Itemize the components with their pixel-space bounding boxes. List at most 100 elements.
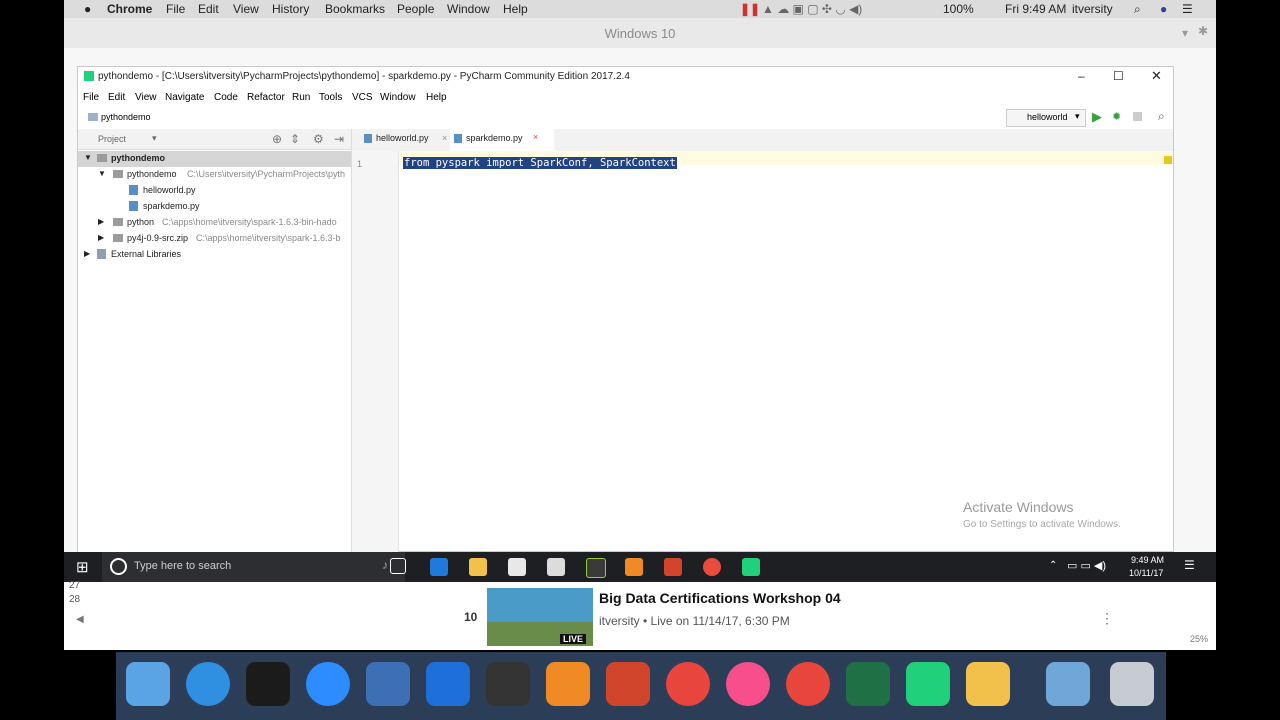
pc-menu-refactor[interactable]: Refactor (247, 92, 285, 103)
gear-icon[interactable]: ⚙ (313, 132, 324, 146)
chevron-down-icon[interactable]: ▾ (152, 133, 157, 144)
pc-menu-window[interactable]: Window (380, 92, 416, 103)
run-config-select[interactable]: helloworld ▾ (1006, 109, 1086, 127)
expand-icon[interactable]: ▶ (98, 233, 104, 242)
powerpoint-icon[interactable] (664, 558, 682, 576)
windows-start-icon[interactable]: ⊞ (76, 558, 89, 576)
chrome-dock-icon-2[interactable] (786, 662, 830, 706)
menu-user[interactable]: itversity (1072, 2, 1113, 16)
edge-icon[interactable] (430, 558, 448, 576)
chrome-icon[interactable] (703, 558, 721, 576)
file-explorer-dock-icon[interactable] (966, 662, 1010, 706)
apple-icon[interactable]: ● (84, 2, 91, 16)
pc-menu-file[interactable]: File (83, 92, 99, 103)
excel-dock-icon[interactable] (846, 662, 890, 706)
tree-item-root[interactable]: ▼ pythondemo (78, 151, 351, 167)
microphone-icon[interactable]: ♪ (382, 558, 388, 572)
expand-icon[interactable]: ▼ (84, 153, 92, 162)
pc-menu-vcs[interactable]: VCS (352, 92, 373, 103)
video-title[interactable]: Big Data Certifications Workshop 04 (599, 590, 841, 606)
scroll-left-icon[interactable]: ◀ (76, 614, 84, 625)
terminal-dock-icon[interactable] (246, 662, 290, 706)
menu-bookmarks[interactable]: Bookmarks (325, 2, 385, 16)
status-icons[interactable]: ▲ ☁ ▣ ▢ ✣ ◡ ◀) (762, 2, 862, 16)
minimize-icon[interactable]: – (1078, 69, 1085, 83)
code-line[interactable]: from pyspark import SparkConf, SparkCont… (403, 157, 677, 169)
sublime-dock-icon[interactable] (546, 662, 590, 706)
pc-menu-help[interactable]: Help (426, 92, 447, 103)
expand-icon[interactable]: ▼ (98, 169, 106, 178)
sublime-icon[interactable] (625, 558, 643, 576)
close-icon[interactable]: ✕ (1151, 68, 1162, 84)
scroll-from-source-icon[interactable]: ⊕ (272, 132, 282, 146)
tray-icons[interactable]: ▭ ▭ ◀) (1067, 559, 1106, 572)
windows-dock-icon[interactable] (426, 662, 470, 706)
notifications-icon[interactable]: ☰ (1182, 2, 1193, 16)
close-tab-icon[interactable]: × (533, 132, 538, 142)
notification-center-icon[interactable]: ☰ (1184, 558, 1195, 572)
pc-menu-code[interactable]: Code (214, 92, 238, 103)
video-thumbnail[interactable]: LIVE (487, 588, 593, 646)
pc-menu-navigate[interactable]: Navigate (165, 92, 204, 103)
close-tab-icon[interactable]: × (442, 133, 447, 143)
terminal-icon[interactable] (586, 558, 606, 578)
tab-sparkdemo[interactable]: sparkdemo.py × (450, 129, 554, 151)
spotlight-icon[interactable]: ⌕ (1134, 2, 1141, 17)
video-meta: itversity • Live on 11/14/17, 6:30 PM (599, 614, 790, 628)
tab-label: helloworld.py (376, 133, 429, 143)
folder-dock-icon[interactable] (1046, 662, 1090, 706)
powerpoint-dock-icon[interactable] (606, 662, 650, 706)
taskbar-time[interactable]: 9:49 AM (1131, 555, 1164, 565)
trash-icon[interactable] (1110, 662, 1154, 706)
breadcrumb[interactable]: pythondemo (101, 112, 151, 122)
file-explorer-icon[interactable] (469, 558, 487, 576)
finder-icon[interactable] (126, 662, 170, 706)
remote-desktop-icon[interactable] (366, 662, 410, 706)
profile-icon[interactable]: ● (1160, 2, 1167, 16)
menu-file[interactable]: File (166, 2, 185, 16)
pycharm-dock-icon[interactable] (906, 662, 950, 706)
folder-icon (97, 154, 107, 162)
inspection-status-icon[interactable] (1164, 156, 1172, 164)
pause-icon[interactable]: ❚❚ (740, 2, 760, 16)
menu-window[interactable]: Window (447, 2, 490, 16)
store-icon[interactable] (508, 558, 526, 576)
mail-icon[interactable] (547, 558, 565, 576)
search-icon[interactable]: ⌕ (1158, 109, 1165, 124)
chevron-up-icon[interactable]: ⌃ (1049, 560, 1057, 571)
pc-menu-tools[interactable]: Tools (319, 92, 342, 103)
expand-icon[interactable]: ▶ (98, 217, 104, 226)
chevron-down-icon[interactable]: ▾ (1182, 26, 1188, 40)
stop-icon[interactable] (1133, 112, 1142, 121)
project-view-label[interactable]: Project (98, 134, 126, 144)
tab-helloworld[interactable]: helloworld.py × (360, 133, 447, 151)
hide-panel-icon[interactable]: ⇥ (334, 132, 344, 146)
menu-history[interactable]: History (272, 2, 309, 16)
maximize-icon[interactable]: ☐ (1113, 69, 1124, 83)
editor-tabs: helloworld.py × sparkdemo.py × (352, 129, 1173, 152)
pc-menu-edit[interactable]: Edit (108, 92, 125, 103)
menu-help[interactable]: Help (503, 2, 528, 16)
collapse-all-icon[interactable]: ⇕ (290, 132, 300, 146)
pc-menu-run[interactable]: Run (292, 92, 310, 103)
run-icon[interactable]: ▶ (1092, 109, 1102, 125)
safari-icon[interactable] (186, 662, 230, 706)
expand-icon[interactable]: ▶ (84, 249, 90, 258)
debug-icon[interactable]: ✹ (1112, 110, 1121, 123)
itunes-icon[interactable] (726, 662, 770, 706)
menu-clock[interactable]: Fri 9:49 AM (1005, 2, 1066, 16)
gear-icon[interactable]: ✱ (1198, 24, 1208, 38)
terminal-dock-icon-2[interactable] (486, 662, 530, 706)
menu-view[interactable]: View (233, 2, 259, 16)
menu-people[interactable]: People (397, 2, 434, 16)
task-view-icon[interactable] (390, 558, 406, 574)
more-options-icon[interactable]: ⋮ (1100, 610, 1114, 627)
taskbar-date[interactable]: 10/11/17 (1129, 568, 1163, 578)
taskbar-search[interactable]: Type here to search ♪ (102, 552, 405, 582)
pc-menu-view[interactable]: View (135, 92, 157, 103)
zoom-icon[interactable] (306, 662, 350, 706)
pycharm-taskbar-icon[interactable] (742, 558, 760, 576)
menu-edit[interactable]: Edit (198, 2, 219, 16)
app-name[interactable]: Chrome (107, 2, 152, 16)
chrome-dock-icon[interactable] (666, 662, 710, 706)
